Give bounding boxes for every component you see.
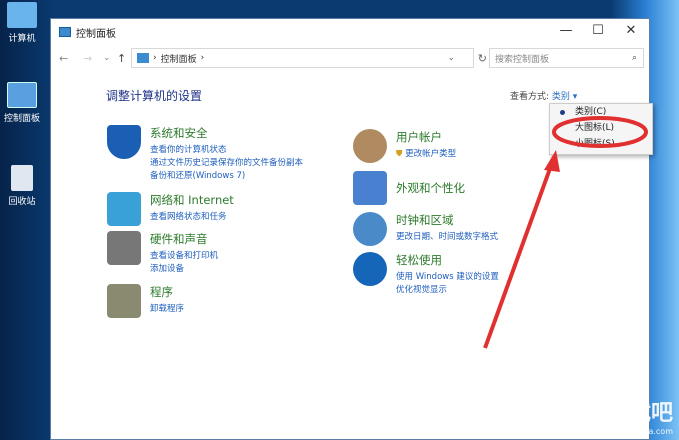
- watermark: 下载吧 www.xiazaiba.com: [599, 395, 673, 436]
- watermark-sub: www.xiazaiba.com: [598, 427, 673, 436]
- watermark-main: 下载吧: [606, 401, 673, 426]
- highlight-ellipse: [552, 116, 648, 148]
- annotation-overlay: [483, 116, 648, 349]
- annotation-arrow: [483, 162, 554, 349]
- arrow-head: [544, 150, 560, 172]
